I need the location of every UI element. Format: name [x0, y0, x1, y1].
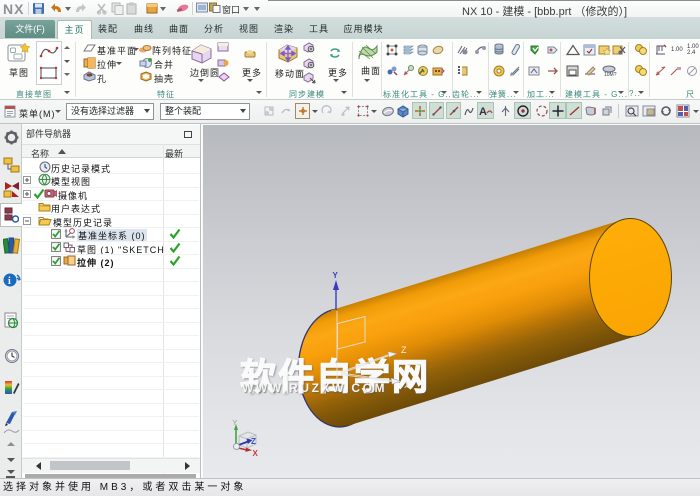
- svg-text:X: X: [253, 449, 259, 458]
- svg-text:A: A: [479, 106, 487, 118]
- svg-text:Y: Y: [233, 420, 238, 427]
- svg-text:Z: Z: [401, 345, 407, 355]
- svg-text:10M?: 10M?: [604, 72, 617, 77]
- svg-text:i: i: [8, 276, 11, 287]
- svg-text:X: X: [404, 380, 410, 390]
- svg-text:Y: Y: [333, 271, 339, 280]
- svg-text:Z: Z: [251, 437, 256, 446]
